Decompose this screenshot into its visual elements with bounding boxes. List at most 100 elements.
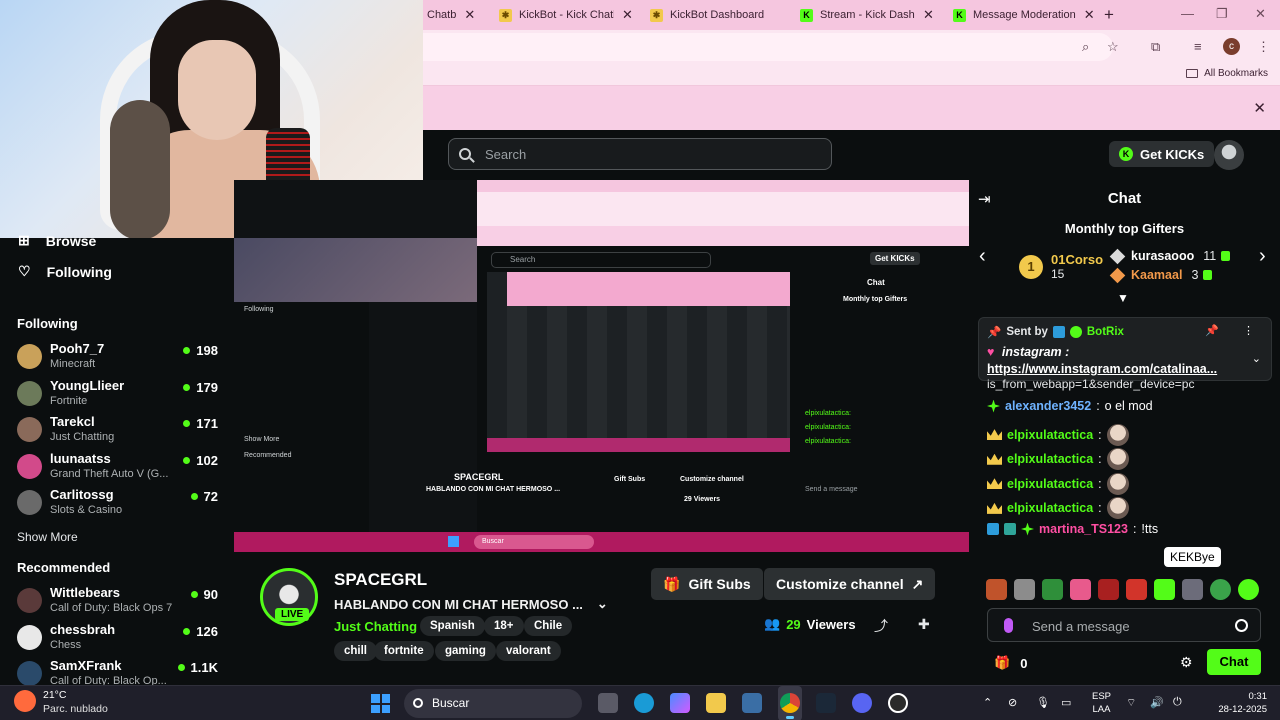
- top-gifter-name[interactable]: 01Corso: [1051, 252, 1103, 267]
- discord-icon[interactable]: [852, 693, 872, 713]
- emote-button[interactable]: [1014, 579, 1035, 600]
- chevron-left-icon[interactable]: ‹: [979, 245, 986, 268]
- chat-username[interactable]: martina_TS123: [1039, 522, 1128, 536]
- follow-user-icon[interactable]: ✚: [918, 616, 930, 633]
- address-bar[interactable]: [423, 33, 1113, 61]
- copilot-icon[interactable]: [670, 693, 690, 713]
- stream-tag[interactable]: fortnite: [374, 641, 434, 661]
- file-explorer-icon[interactable]: [706, 693, 726, 713]
- gifter-name[interactable]: Kaamaal: [1131, 268, 1182, 282]
- unpin-icon[interactable]: 📌: [1205, 324, 1219, 337]
- category-link[interactable]: Just Chatting: [334, 619, 417, 634]
- stream-tag[interactable]: Spanish: [420, 616, 485, 636]
- close-banner-icon[interactable]: ✕: [1253, 99, 1266, 117]
- restore-icon[interactable]: ❐: [1216, 6, 1228, 22]
- chevron-down-icon[interactable]: ⌄: [597, 596, 608, 612]
- gift-subs-button[interactable]: 🎁 Gift Subs: [651, 568, 763, 600]
- sidebar-channel-item[interactable]: Wittlebears Call of Duty: Black Ops 7 90: [17, 584, 222, 618]
- stream-tag[interactable]: 18+: [484, 616, 524, 636]
- power-icon[interactable]: ⏻: [1173, 696, 1182, 709]
- sidebar-channel-item[interactable]: YoungLlieer Fortnite 179: [17, 377, 222, 411]
- get-kicks-button[interactable]: K Get KICKs: [1109, 141, 1215, 167]
- customize-channel-button[interactable]: Customize channel ↗: [764, 568, 936, 600]
- zoom-icon[interactable]: ⌕: [1082, 39, 1089, 55]
- gifter-name[interactable]: kurasaooo: [1131, 249, 1194, 263]
- chat-username[interactable]: elpixulatactica: [1007, 428, 1093, 442]
- microphone-tray-icon[interactable]: 🎙: [1036, 696, 1050, 709]
- emote-button[interactable]: [986, 579, 1007, 600]
- taskbar-search[interactable]: Buscar: [404, 689, 582, 718]
- stream-tag[interactable]: valorant: [496, 641, 561, 661]
- emote-button[interactable]: [1042, 579, 1063, 600]
- show-more-button[interactable]: Show More: [17, 530, 78, 544]
- kebab-menu-icon[interactable]: ⋮: [1257, 39, 1270, 55]
- close-tab-icon[interactable]: ✕: [622, 7, 633, 23]
- pinned-link[interactable]: https://www.instagram.com/catalinaa...: [987, 362, 1237, 376]
- profile-avatar[interactable]: c: [1223, 38, 1240, 55]
- sidebar-channel-item[interactable]: chessbrah Chess 126: [17, 621, 222, 655]
- stream-tag[interactable]: chill: [334, 641, 378, 661]
- stream-tag[interactable]: gaming: [435, 641, 496, 661]
- battery-icon[interactable]: ▭: [1061, 696, 1071, 709]
- emote-button[interactable]: [1070, 579, 1091, 600]
- channel-name[interactable]: SPACEGRL: [334, 570, 427, 590]
- windows-start-icon[interactable]: [371, 694, 390, 713]
- media-controls-icon[interactable]: ≡: [1194, 39, 1202, 54]
- stream-tag[interactable]: Chile: [524, 616, 573, 636]
- expand-pinned-icon[interactable]: ⌄: [1252, 352, 1261, 365]
- emoji-picker-icon[interactable]: [1235, 619, 1248, 632]
- network-off-icon[interactable]: ⊘: [1008, 696, 1017, 709]
- wifi-icon[interactable]: ⌔: [1126, 696, 1136, 710]
- new-tab-button[interactable]: +: [1104, 5, 1114, 25]
- search-input[interactable]: Search: [448, 138, 832, 170]
- expand-gifters-icon[interactable]: ▼: [1117, 291, 1129, 305]
- sidebar-channel-item[interactable]: Carlitossg Slots & Casino 72: [17, 486, 222, 520]
- window-close-icon[interactable]: ✕: [1255, 6, 1266, 22]
- browser-tab[interactable]: Chatb ✕: [427, 0, 475, 30]
- close-tab-icon[interactable]: ✕: [1084, 7, 1095, 23]
- chat-settings-icon[interactable]: ⚙: [1180, 654, 1193, 671]
- browser-tab[interactable]: ✱ KickBot Dashboard: [650, 0, 788, 30]
- chat-message-input[interactable]: [1032, 616, 1232, 636]
- send-chat-button[interactable]: Chat: [1207, 649, 1261, 675]
- all-bookmarks-button[interactable]: All Bookmarks: [1186, 68, 1268, 79]
- sidebar-channel-item[interactable]: Tarekcl Just Chatting 171: [17, 413, 222, 447]
- task-view-icon[interactable]: [598, 693, 618, 713]
- chat-username[interactable]: elpixulatactica: [1007, 501, 1093, 515]
- obs-icon[interactable]: [888, 693, 908, 713]
- steam-icon[interactable]: [816, 693, 836, 713]
- sidebar-channel-item[interactable]: luunaatss Grand Theft Auto V (G... 102: [17, 450, 222, 484]
- edge-icon[interactable]: [634, 693, 654, 713]
- pinned-menu-icon[interactable]: ⋮: [1243, 324, 1254, 337]
- emote-button[interactable]: [1238, 579, 1259, 600]
- chevron-right-icon[interactable]: ›: [1259, 245, 1266, 268]
- user-avatar[interactable]: [1214, 140, 1244, 170]
- pinned-bot-name[interactable]: BotRix: [1087, 326, 1124, 338]
- store-icon[interactable]: [742, 693, 762, 713]
- browser-tab[interactable]: K Message Moderation ✕: [953, 0, 1095, 30]
- bookmark-star-icon[interactable]: ☆: [1107, 39, 1119, 55]
- kicks-balance[interactable]: 🎁 0: [994, 655, 1027, 671]
- browser-tab[interactable]: ✱ KickBot - Kick Chatb ✕: [499, 0, 633, 30]
- chat-username[interactable]: elpixulatactica: [1007, 477, 1093, 491]
- extensions-icon[interactable]: ⧉: [1151, 39, 1160, 55]
- volume-icon[interactable]: 🔊: [1150, 696, 1164, 709]
- share-icon[interactable]: ⤴: [874, 616, 888, 636]
- browser-tab[interactable]: K Stream - Kick Dashb ✕: [800, 0, 934, 30]
- sidebar-channel-item[interactable]: Pooh7_7 Minecraft 198: [17, 340, 222, 374]
- emote-button[interactable]: [1126, 579, 1147, 600]
- emote-button[interactable]: [1154, 579, 1175, 600]
- sidebar-following-nav[interactable]: ♡ Following: [18, 263, 112, 280]
- taskbar-clock[interactable]: 0:31 28-12-2025: [1218, 690, 1267, 716]
- close-tab-icon[interactable]: ✕: [464, 7, 475, 23]
- close-tab-icon[interactable]: ✕: [923, 7, 934, 23]
- emote-button[interactable]: [1098, 579, 1119, 600]
- weather-icon[interactable]: [14, 690, 36, 712]
- sidebar-browse[interactable]: ⊞ Browse: [18, 232, 96, 249]
- microphone-icon[interactable]: [1004, 618, 1013, 633]
- emote-button[interactable]: [1210, 579, 1231, 600]
- minimize-icon[interactable]: —: [1181, 6, 1194, 21]
- chat-username[interactable]: elpixulatactica: [1007, 452, 1093, 466]
- chat-username[interactable]: alexander3452: [1005, 399, 1091, 413]
- emote-button[interactable]: [1182, 579, 1203, 600]
